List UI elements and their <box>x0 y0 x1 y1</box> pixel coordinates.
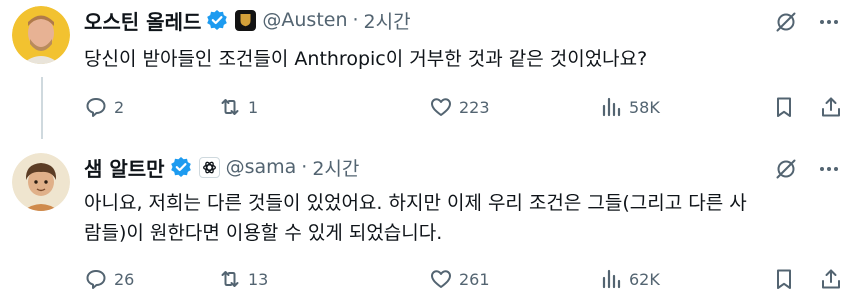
tweet-text-line: 당신이 받아들인 조건들이 Anthropic이 거부한 것과 같은 것이었나요… <box>84 48 648 70</box>
timestamp[interactable]: 2시간 <box>312 154 359 181</box>
views-count: 58K <box>629 97 660 117</box>
tweet-text-line: 아니요, 저희는 다른 것들이 있었어요. 하지만 이제 우리 조건은 그들(그… <box>84 192 747 214</box>
retweet-icon <box>218 95 242 119</box>
share-button[interactable] <box>819 93 843 121</box>
heart-icon <box>429 267 453 291</box>
tweet-text: 당신이 받아들인 조건들이 Anthropic이 거부한 것과 같은 것이었나요… <box>84 44 824 74</box>
retweet-button[interactable]: 13 <box>218 265 268 293</box>
reply-button[interactable]: 26 <box>84 265 134 293</box>
like-button[interactable]: 261 <box>429 265 490 293</box>
user-handle[interactable]: @Austen <box>262 9 347 31</box>
openai-affiliate-icon[interactable] <box>198 156 220 178</box>
heart-icon <box>429 95 453 119</box>
verified-badge-icon[interactable] <box>170 156 192 178</box>
like-count: 261 <box>459 269 490 289</box>
tweet-austen[interactable]: 오스틴 올레드 @Austen · 2시간 당신이 받아들인 조건들이 Anth… <box>0 0 850 140</box>
bookmark-button[interactable] <box>772 93 796 121</box>
timestamp[interactable]: 2시간 <box>364 7 411 34</box>
tweet-top-actions <box>774 10 840 34</box>
views-count: 62K <box>629 269 660 289</box>
action-bar: 2 1 223 58K <box>84 93 840 121</box>
views-button[interactable]: 58K <box>599 93 660 121</box>
display-name[interactable]: 오스틴 올레드 <box>84 6 201 35</box>
tweet-header: 샘 알트만 @sama · 2시간 <box>84 153 359 182</box>
reply-button[interactable]: 2 <box>84 93 124 121</box>
like-button[interactable]: 223 <box>429 93 490 121</box>
action-bar: 26 13 261 62K <box>84 265 840 293</box>
avatar[interactable] <box>12 6 70 64</box>
more-icon[interactable] <box>818 158 840 180</box>
retweet-icon <box>218 267 242 291</box>
share-button[interactable] <box>819 265 843 293</box>
grok-icon[interactable] <box>774 10 798 34</box>
tweet-text-line: 람들)이 원한다면 이용할 수 있게 되었습니다. <box>84 222 443 244</box>
tweet-sama[interactable]: 샘 알트만 @sama · 2시간 아니요, 저희는 다른 것들이 있었어요. … <box>0 140 850 307</box>
like-count: 223 <box>459 97 490 117</box>
share-icon <box>819 95 843 119</box>
bookmark-icon <box>772 267 796 291</box>
views-button[interactable]: 62K <box>599 265 660 293</box>
retweet-count: 1 <box>248 97 259 117</box>
reply-icon <box>84 95 108 119</box>
more-icon[interactable] <box>818 11 840 33</box>
affiliate-badge-icon[interactable] <box>235 9 257 31</box>
grok-icon[interactable] <box>774 157 798 181</box>
reply-count: 26 <box>114 269 135 289</box>
separator-dot: · <box>352 9 359 31</box>
bookmark-icon <box>772 95 796 119</box>
bookmark-button[interactable] <box>772 265 796 293</box>
retweet-button[interactable]: 1 <box>218 93 258 121</box>
tweet-top-actions <box>774 157 840 181</box>
share-icon <box>819 267 843 291</box>
reply-icon <box>84 267 108 291</box>
verified-badge-icon[interactable] <box>206 9 228 31</box>
reply-count: 2 <box>114 97 125 117</box>
views-icon <box>599 267 623 291</box>
views-icon <box>599 95 623 119</box>
tweet-text: 아니요, 저희는 다른 것들이 있었어요. 하지만 이제 우리 조건은 그들(그… <box>84 188 824 248</box>
avatar[interactable] <box>12 153 70 211</box>
user-handle[interactable]: @sama <box>226 156 297 178</box>
tweet-header: 오스틴 올레드 @Austen · 2시간 <box>84 6 411 35</box>
display-name[interactable]: 샘 알트만 <box>84 153 165 182</box>
retweet-count: 13 <box>248 269 269 289</box>
separator-dot: · <box>301 156 308 178</box>
